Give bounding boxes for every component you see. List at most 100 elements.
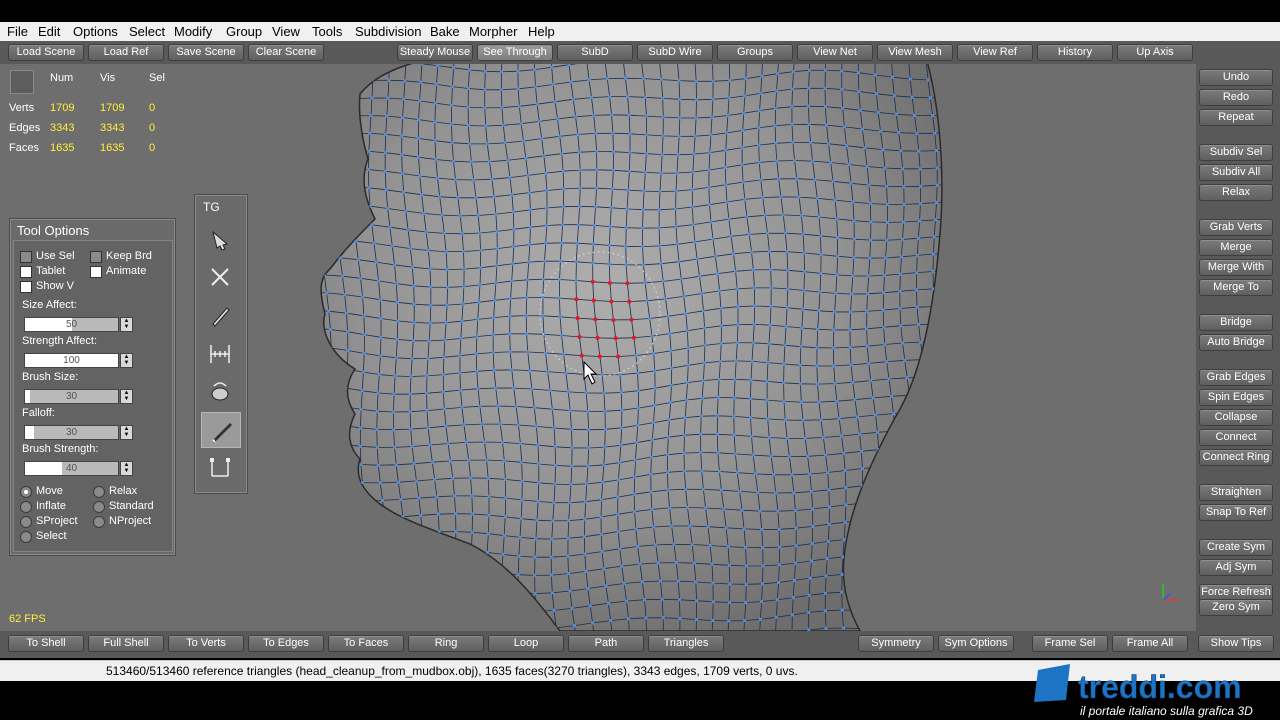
adj-sym-button[interactable]: Adj Sym — [1199, 559, 1273, 576]
size-affect-field[interactable]: 50 — [24, 317, 119, 332]
mesh-vertex — [759, 600, 764, 604]
view-ref-button[interactable]: View Ref — [957, 44, 1033, 61]
mesh-vertex — [474, 352, 479, 356]
path-button[interactable]: Path — [568, 635, 644, 652]
steady-mouse-button[interactable]: Steady Mouse — [397, 44, 473, 61]
mesh-vertex — [483, 106, 487, 110]
menu-options[interactable]: Options — [73, 24, 118, 39]
mesh-vertex — [491, 333, 495, 337]
connect-button[interactable]: Connect — [1199, 429, 1273, 446]
zero-sym-button[interactable]: Zero Sym — [1199, 599, 1273, 616]
keep-brd-checkbox[interactable] — [90, 251, 102, 263]
menu-bake[interactable]: Bake — [430, 24, 460, 39]
menu-morpher[interactable]: Morpher — [469, 24, 517, 39]
menu-tools[interactable]: Tools — [312, 24, 342, 39]
ring-button[interactable]: Ring — [408, 635, 484, 652]
select-radio[interactable] — [20, 531, 32, 543]
merge-to-button[interactable]: Merge To — [1199, 279, 1273, 296]
brush-strength-spinner[interactable]: ▲ ▼ — [120, 461, 133, 476]
redo-button[interactable]: Redo — [1199, 89, 1273, 106]
pen-add-icon[interactable] — [201, 222, 239, 256]
mesh-vertex — [609, 618, 613, 623]
view-mesh-button[interactable]: View Mesh — [877, 44, 953, 61]
save-scene-button[interactable]: Save Scene — [168, 44, 244, 61]
view-net-button[interactable]: View Net — [797, 44, 873, 61]
auto-bridge-button[interactable]: Auto Bridge — [1199, 334, 1273, 351]
brush-size-field[interactable]: 30 — [24, 389, 119, 404]
brush-strength-field[interactable]: 40 — [24, 461, 119, 476]
straighten-button[interactable]: Straighten — [1199, 484, 1273, 501]
menu-select[interactable]: Select — [129, 24, 165, 39]
standard-radio[interactable] — [93, 501, 105, 513]
see-through-button[interactable]: See Through — [477, 44, 553, 61]
animate-checkbox[interactable] — [90, 266, 102, 278]
strength-affect-field[interactable]: 100 — [24, 353, 119, 368]
draw-icon[interactable] — [201, 298, 239, 332]
subdiv-sel-button[interactable]: Subdiv Sel — [1199, 144, 1273, 161]
load-ref-button[interactable]: Load Ref — [88, 44, 164, 61]
relax-radio[interactable] — [93, 486, 105, 498]
merge-button[interactable]: Merge — [1199, 239, 1273, 256]
bridge-icon[interactable] — [201, 450, 239, 484]
subdiv-all-button[interactable]: Subdiv All — [1199, 164, 1273, 181]
to-faces-button[interactable]: To Faces — [328, 635, 404, 652]
move-radio[interactable] — [20, 486, 32, 498]
relax-button[interactable]: Relax — [1199, 184, 1273, 201]
spin-icon[interactable] — [201, 374, 239, 408]
falloff-field[interactable]: 30 — [24, 425, 119, 440]
loop-button[interactable]: Loop — [488, 635, 564, 652]
show-tips-button[interactable]: Show Tips — [1198, 635, 1274, 652]
brush-size-spinner[interactable]: ▲ ▼ — [120, 389, 133, 404]
frame-sel-button[interactable]: Frame Sel — [1032, 635, 1108, 652]
menu-group[interactable]: Group — [226, 24, 262, 39]
to-verts-button[interactable]: To Verts — [168, 635, 244, 652]
inflate-radio[interactable] — [20, 501, 32, 513]
menu-help[interactable]: Help — [528, 24, 555, 39]
subd-wire-button[interactable]: SubD Wire — [637, 44, 713, 61]
grab-verts-button[interactable]: Grab Verts — [1199, 219, 1273, 236]
history-button[interactable]: History — [1037, 44, 1113, 61]
mesh-vertex — [857, 89, 861, 94]
menu-modify[interactable]: Modify — [174, 24, 212, 39]
clear-scene-button[interactable]: Clear Scene — [248, 44, 324, 61]
cut-icon[interactable] — [201, 260, 239, 294]
frame-all-button[interactable]: Frame All — [1112, 635, 1188, 652]
triangles-button[interactable]: Triangles — [648, 635, 724, 652]
sproject-radio[interactable] — [20, 516, 32, 528]
snap-to-ref-button[interactable]: Snap To Ref — [1199, 504, 1273, 521]
menu-file[interactable]: File — [7, 24, 28, 39]
mesh-vertex — [470, 494, 474, 498]
undo-button[interactable]: Undo — [1199, 69, 1273, 86]
falloff-spinner[interactable]: ▲ ▼ — [120, 425, 133, 440]
up-axis-button[interactable]: Up Axis — [1117, 44, 1193, 61]
menu-edit[interactable]: Edit — [38, 24, 60, 39]
create-sym-button[interactable]: Create Sym — [1199, 539, 1273, 556]
collapse-button[interactable]: Collapse — [1199, 409, 1273, 426]
load-scene-button[interactable]: Load Scene — [8, 44, 84, 61]
3d-viewport[interactable]: Num Vis Sel Verts 1709 1709 0 Edges 3343… — [0, 64, 1196, 631]
menu-view[interactable]: View — [272, 24, 300, 39]
head-mesh[interactable] — [0, 64, 1196, 631]
menu-subdivision[interactable]: Subdivision — [355, 24, 422, 39]
repeat-button[interactable]: Repeat — [1199, 109, 1273, 126]
strength-affect-spinner[interactable]: ▲ ▼ — [120, 353, 133, 368]
subd-button[interactable]: SubD — [557, 44, 633, 61]
show-v-checkbox[interactable] — [20, 281, 32, 293]
nproject-radio[interactable] — [93, 516, 105, 528]
measure-icon[interactable] — [201, 336, 239, 370]
tablet-checkbox[interactable] — [20, 266, 32, 278]
groups-button[interactable]: Groups — [717, 44, 793, 61]
use-sel-checkbox[interactable] — [20, 251, 32, 263]
merge-with-button[interactable]: Merge With — [1199, 259, 1273, 276]
to-edges-button[interactable]: To Edges — [248, 635, 324, 652]
bridge-button[interactable]: Bridge — [1199, 314, 1273, 331]
to-shell-button[interactable]: To Shell — [8, 635, 84, 652]
brush-icon[interactable] — [201, 412, 241, 448]
sym-options-button[interactable]: Sym Options — [938, 635, 1014, 652]
size-affect-spinner[interactable]: ▲ ▼ — [120, 317, 133, 332]
symmetry-button[interactable]: Symmetry — [858, 635, 934, 652]
spin-edges-button[interactable]: Spin Edges — [1199, 389, 1273, 406]
connect-ring-button[interactable]: Connect Ring — [1199, 449, 1273, 466]
full-shell-button[interactable]: Full Shell — [88, 635, 164, 652]
grab-edges-button[interactable]: Grab Edges — [1199, 369, 1273, 386]
